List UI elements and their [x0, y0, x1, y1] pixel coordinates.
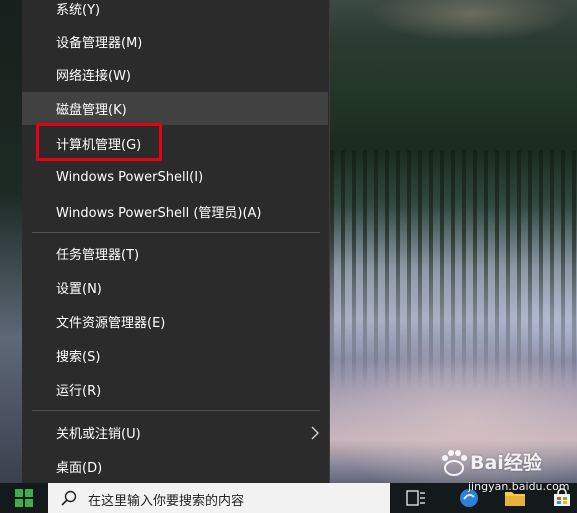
task-view-button[interactable] [404, 486, 428, 510]
menu-separator [32, 232, 320, 233]
menu-item-desktop[interactable]: 桌面(D) [22, 450, 330, 483]
wallpaper-left-edge [0, 0, 22, 483]
menu-item-disk-management[interactable]: 磁盘管理(K) [22, 92, 328, 125]
watermark-brand: Bai经验 [470, 452, 542, 474]
menu-item-label: 设置(N) [56, 282, 102, 297]
annotation-highlight-box [36, 123, 162, 161]
search-placeholder: 在这里输入你要搜索的内容 [88, 494, 245, 509]
paw-logo-icon [442, 450, 467, 476]
menu-item-label: 任务管理器(T) [56, 248, 140, 263]
menu-item-file-explorer[interactable]: 文件资源管理器(E) [22, 305, 330, 338]
menu-item-label: 磁盘管理(K) [56, 103, 127, 118]
menu-item-label: 设备管理器(M) [56, 36, 143, 51]
menu-item-device-manager[interactable]: 设备管理器(M) [22, 25, 330, 58]
task-view-icon [406, 490, 425, 506]
menu-item-label: Windows PowerShell(I) [56, 170, 204, 185]
menu-item-label: 关机或注销(U) [56, 427, 141, 442]
taskbar-search-box[interactable]: 在这里输入你要搜索的内容 [48, 483, 390, 513]
menu-item-powershell-admin[interactable]: Windows PowerShell (管理员)(A) [22, 195, 330, 228]
menu-item-powershell[interactable]: Windows PowerShell(I) [22, 161, 330, 194]
wallpaper-tree-reflection [330, 150, 577, 390]
windows-start-icon [15, 489, 33, 507]
watermark-url: jingyan.baidu.com [468, 480, 570, 493]
menu-item-network-connections[interactable]: 网络连接(W) [22, 58, 330, 91]
menu-item-run[interactable]: 运行(R) [22, 373, 330, 406]
menu-item-label: 运行(R) [56, 384, 102, 399]
menu-item-settings[interactable]: 设置(N) [22, 271, 330, 304]
menu-item-label: 文件资源管理器(E) [56, 316, 166, 331]
menu-item-label: 桌面(D) [56, 461, 103, 476]
menu-item-label: 网络连接(W) [56, 69, 131, 84]
start-button[interactable] [0, 483, 48, 513]
menu-item-system[interactable]: 系统(Y) [22, 0, 330, 25]
menu-item-search[interactable]: 搜索(S) [22, 339, 330, 372]
chevron-right-icon [311, 426, 319, 440]
menu-item-label: 搜索(S) [56, 350, 101, 365]
menu-item-shutdown-signout[interactable]: 关机或注销(U) [22, 416, 330, 449]
search-icon [61, 490, 77, 506]
baidu-jingyan-watermark: Bai经验 jingyan.baidu.com [438, 447, 573, 503]
menu-item-label: 系统(Y) [56, 3, 101, 18]
menu-item-task-manager[interactable]: 任务管理器(T) [22, 237, 330, 270]
menu-separator [32, 410, 320, 411]
power-user-context-menu: 系统(Y) 设备管理器(M) 网络连接(W) 磁盘管理(K) 计算机管理(G) … [22, 0, 330, 493]
menu-item-label: Windows PowerShell (管理员)(A) [56, 206, 262, 221]
